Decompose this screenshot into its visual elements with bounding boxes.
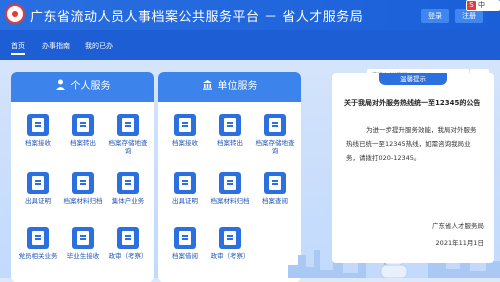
archive-consult-icon: [264, 172, 286, 194]
archive-receive-icon: [27, 114, 49, 136]
notice-badge: 温馨提示: [379, 73, 447, 85]
unit-panel-title: 单位服务: [217, 81, 258, 92]
unit-tile-archive-borrow[interactable]: 档案借阅: [163, 227, 207, 260]
notice-body: 为进一步提升服务效能，我局对外服务热线已统一至12345热线，如需咨询我局业务，…: [346, 126, 477, 162]
tile-label: 档案存储地查询: [108, 139, 148, 155]
register-button[interactable]: 注册: [455, 9, 483, 23]
tile-label: 党员相关业务: [18, 252, 58, 260]
certificate-icon: [27, 172, 49, 194]
political-review-icon: [117, 227, 139, 249]
tile-label: 毕业生接收: [66, 252, 100, 260]
ime-logo-icon: S: [467, 1, 476, 10]
tile-label: 档案存储地查询: [255, 139, 295, 155]
unit-tile-archive-receive[interactable]: 档案接收: [163, 114, 207, 147]
site-logo: [5, 4, 25, 24]
unit-tile-archive-location[interactable]: 档案存储地查询: [253, 114, 297, 155]
personal-tile-political-review[interactable]: 政审（考察）: [106, 227, 150, 260]
personal-panel-header: 个人服务: [11, 72, 154, 102]
person-icon: [55, 79, 65, 90]
personal-tile-certificate[interactable]: 出具证明: [16, 172, 60, 205]
personal-tile-archive-location[interactable]: 档案存储地查询: [106, 114, 150, 155]
personal-tile-archive-receive[interactable]: 档案接收: [16, 114, 60, 147]
collective-household-icon: [117, 172, 139, 194]
graduate-receive-icon: [72, 227, 94, 249]
unit-tile-certificate[interactable]: 出具证明: [163, 172, 207, 205]
archive-transfer-icon: [219, 114, 241, 136]
unit-service-panel: 单位服务 档案接收 档案转出 档案存储地查询 出具证明 档案材料归档 档案查阅 …: [158, 72, 301, 282]
archive-location-icon: [117, 114, 139, 136]
ime-label: 中: [478, 1, 485, 9]
party-member-icon: [27, 227, 49, 249]
personal-tile-archive-transfer[interactable]: 档案转出: [61, 114, 105, 147]
tile-label: 档案接收: [25, 139, 51, 147]
personal-tile-graduate-receive[interactable]: 毕业生接收: [61, 227, 105, 260]
notice-org: 广东省人才服务局: [432, 222, 484, 230]
archive-filing-icon: [219, 172, 241, 194]
nav-item-done[interactable]: 我的已办: [85, 41, 113, 51]
nav-item-home[interactable]: 首页: [11, 41, 25, 51]
personal-tile-archive-filing[interactable]: 档案材料归档: [61, 172, 105, 205]
unit-tile-archive-transfer[interactable]: 档案转出: [208, 114, 252, 147]
archive-borrow-icon: [174, 227, 196, 249]
personal-tile-party-member[interactable]: 党员相关业务: [16, 227, 60, 260]
archive-transfer-icon: [72, 114, 94, 136]
site-title: 广东省流动人员人事档案公共服务平台 － 省人才服务局: [30, 10, 364, 25]
tile-label: 档案材料归档: [63, 197, 103, 205]
ime-indicator[interactable]: S 中: [466, 0, 500, 11]
notice-date: 2021年11月1日: [435, 239, 484, 247]
nav-item-guide[interactable]: 办事指南: [42, 41, 70, 51]
tile-label: 政审（考察）: [210, 252, 250, 260]
tile-label: 档案转出: [70, 139, 96, 147]
personal-service-panel: 个人服务 档案接收 档案转出 档案存储地查询 出具证明 档案材料归档 集体户业务…: [11, 72, 154, 282]
building-icon: [202, 80, 212, 90]
tile-label: 档案接收: [172, 139, 198, 147]
tile-label: 档案材料归档: [210, 197, 250, 205]
unit-tile-archive-filing[interactable]: 档案材料归档: [208, 172, 252, 205]
certificate-icon: [174, 172, 196, 194]
tile-label: 档案转出: [217, 139, 243, 147]
unit-tile-political-review[interactable]: 政审（考察）: [208, 227, 252, 260]
unit-tile-archive-consult[interactable]: 档案查阅: [253, 172, 297, 205]
archive-location-icon: [264, 114, 286, 136]
tile-label: 出具证明: [25, 197, 51, 205]
nav-active-underline: [11, 53, 25, 55]
tile-label: 档案查阅: [262, 197, 288, 205]
top-header: 广东省流动人员人事档案公共服务平台 － 省人才服务局 登录 注册 S 中: [0, 0, 500, 30]
unit-panel-header: 单位服务: [158, 72, 301, 102]
tile-label: 政审（考察）: [108, 252, 148, 260]
personal-panel-title: 个人服务: [70, 81, 111, 92]
tile-label: 出具证明: [172, 197, 198, 205]
archive-receive-icon: [174, 114, 196, 136]
tile-label: 档案借阅: [172, 252, 198, 260]
political-review-icon: [219, 227, 241, 249]
notice-title[interactable]: 关于我局对外服务热线统一至12345的公告: [344, 98, 480, 108]
archive-filing-icon: [72, 172, 94, 194]
tile-label: 集体户业务: [111, 197, 145, 205]
personal-tile-collective-household[interactable]: 集体户业务: [106, 172, 150, 205]
login-button[interactable]: 登录: [421, 9, 449, 23]
main-nav: 首页 办事指南 我的已办 请输入关键词: [0, 30, 500, 82]
notice-panel: 温馨提示 关于我局对外服务热线统一至12345的公告 为进一步提升服务效能，我局…: [332, 73, 494, 263]
